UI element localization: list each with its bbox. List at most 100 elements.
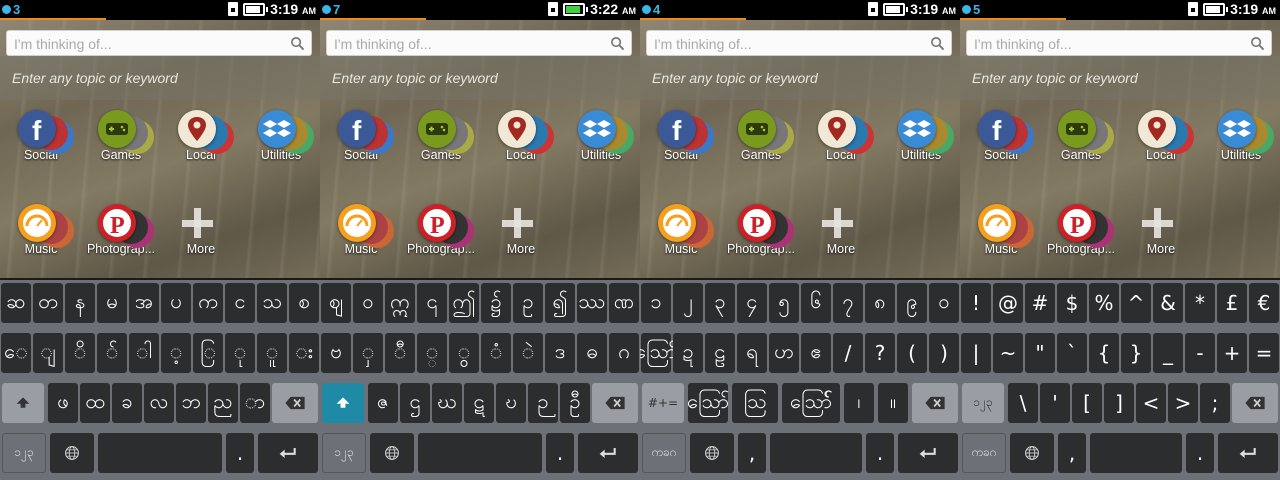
key[interactable]: ှ [353, 333, 383, 373]
key[interactable]: £ [1217, 283, 1247, 323]
key[interactable]: . [866, 433, 894, 473]
key[interactable]: ' [1040, 383, 1070, 423]
shift-key[interactable] [2, 383, 44, 423]
search-input[interactable]: I'm thinking of... [6, 30, 312, 56]
enter-key[interactable] [578, 433, 638, 473]
key[interactable]: ဪ [640, 333, 677, 373]
key[interactable]: က [193, 283, 223, 323]
app-tile-music[interactable]: Music [646, 204, 716, 256]
key[interactable]: ဍ [673, 333, 703, 373]
app-tile-more[interactable]: More [166, 204, 236, 256]
search-icon[interactable] [290, 36, 305, 51]
mode-switch-key[interactable]: ကခဂ [642, 433, 686, 473]
key[interactable]: ၊ [844, 383, 874, 423]
key[interactable]: € [1249, 283, 1279, 323]
app-tile-photograp[interactable]: P Photograp... [1046, 204, 1116, 256]
search-input[interactable]: I'm thinking of... [326, 30, 632, 56]
app-tile-music[interactable]: Music [326, 204, 396, 256]
space-key[interactable] [1090, 433, 1182, 473]
key[interactable]: တ [33, 283, 63, 323]
app-tile-local[interactable]: Local [486, 110, 556, 162]
key[interactable]: ) [929, 333, 959, 373]
key[interactable]: ဩ [732, 383, 778, 423]
app-tile-photograp[interactable]: P Photograp... [406, 204, 476, 256]
key[interactable]: သ [257, 283, 287, 323]
key[interactable]: ေ [1, 333, 31, 373]
app-tile-utilities[interactable]: Utilities [1206, 110, 1276, 162]
key[interactable]: ဈ [321, 283, 351, 323]
key[interactable]: $ [1057, 283, 1087, 323]
key[interactable]: _ [1153, 333, 1183, 373]
key[interactable]: ခ [112, 383, 142, 423]
app-tile-more[interactable]: More [486, 204, 556, 256]
key[interactable]: \ [1008, 383, 1038, 423]
key[interactable]: ံ [481, 333, 511, 373]
key[interactable]: ျ [33, 333, 63, 373]
key[interactable]: မ [97, 283, 127, 323]
search-input[interactable]: I'm thinking of... [966, 30, 1272, 56]
globe-key[interactable] [1010, 433, 1054, 473]
key[interactable]: ၇ [833, 283, 863, 323]
mode-switch-key[interactable]: ၁၂၃ [962, 383, 1004, 423]
key[interactable]: ၁ [641, 283, 671, 323]
key[interactable]: , [738, 433, 766, 473]
mode-switch-key[interactable]: ကခဂ [962, 433, 1006, 473]
key[interactable]: ။ [878, 383, 908, 423]
key[interactable]: ဃ [432, 383, 462, 423]
key[interactable]: ဎ [496, 383, 526, 423]
key[interactable]: ၎ [417, 283, 447, 323]
key[interactable]: ဧ [801, 333, 831, 373]
key[interactable]: ဟ [769, 333, 799, 373]
key[interactable]: လ [144, 383, 174, 423]
key[interactable]: ု [225, 333, 255, 373]
key[interactable]: ၍ [545, 283, 575, 323]
key[interactable]: ၈ [865, 283, 895, 323]
key[interactable]: ည [208, 383, 238, 423]
key[interactable]: ရ [737, 333, 767, 373]
key[interactable]: ြ [193, 333, 223, 373]
backspace-key[interactable] [1232, 383, 1278, 423]
key[interactable]: ် [97, 333, 127, 373]
key[interactable]: * [1185, 283, 1215, 323]
key[interactable]: ဋ [464, 383, 494, 423]
app-tile-more[interactable]: More [1126, 204, 1196, 256]
key[interactable]: ဖ [48, 383, 78, 423]
key[interactable]: ဇ [368, 383, 398, 423]
app-tile-utilities[interactable]: Utilities [566, 110, 636, 162]
key[interactable]: = [1249, 333, 1279, 373]
app-tile-photograp[interactable]: P Photograp... [726, 204, 796, 256]
key[interactable]: ၀ [929, 283, 959, 323]
enter-key[interactable] [898, 433, 958, 473]
key[interactable]: ာ [240, 383, 270, 423]
key[interactable]: " [1025, 333, 1055, 373]
key[interactable]: ပ [161, 283, 191, 323]
app-tile-games[interactable]: Games [726, 110, 796, 162]
key[interactable]: ဌ [400, 383, 430, 423]
key[interactable]: . [226, 433, 254, 473]
app-tile-social[interactable]: f Social [326, 110, 396, 162]
key[interactable]: . [1186, 433, 1214, 473]
key[interactable]: ဪ် [782, 383, 840, 423]
key[interactable]: င [225, 283, 255, 323]
key[interactable]: ဂ [609, 333, 639, 373]
globe-key[interactable] [50, 433, 94, 473]
key[interactable]: ီ [385, 333, 415, 373]
key[interactable]: ဆ [1, 283, 31, 323]
key[interactable]: ွ [449, 333, 479, 373]
app-tile-games[interactable]: Games [86, 110, 156, 162]
backspace-key[interactable] [592, 383, 638, 423]
key[interactable]: | [961, 333, 991, 373]
app-tile-photograp[interactable]: P Photograp... [86, 204, 156, 256]
key[interactable]: ] [1104, 383, 1134, 423]
key[interactable]: & [1153, 283, 1183, 323]
key[interactable]: + [1217, 333, 1247, 373]
key[interactable]: ဓ [577, 333, 607, 373]
key[interactable]: ထ [80, 383, 110, 423]
key[interactable]: % [1089, 283, 1119, 323]
key[interactable]: ( [897, 333, 927, 373]
globe-key[interactable] [370, 433, 414, 473]
search-input[interactable]: I'm thinking of... [646, 30, 952, 56]
key[interactable]: ၂ [673, 283, 703, 323]
key[interactable]: ၄ [737, 283, 767, 323]
key[interactable]: ! [961, 283, 991, 323]
